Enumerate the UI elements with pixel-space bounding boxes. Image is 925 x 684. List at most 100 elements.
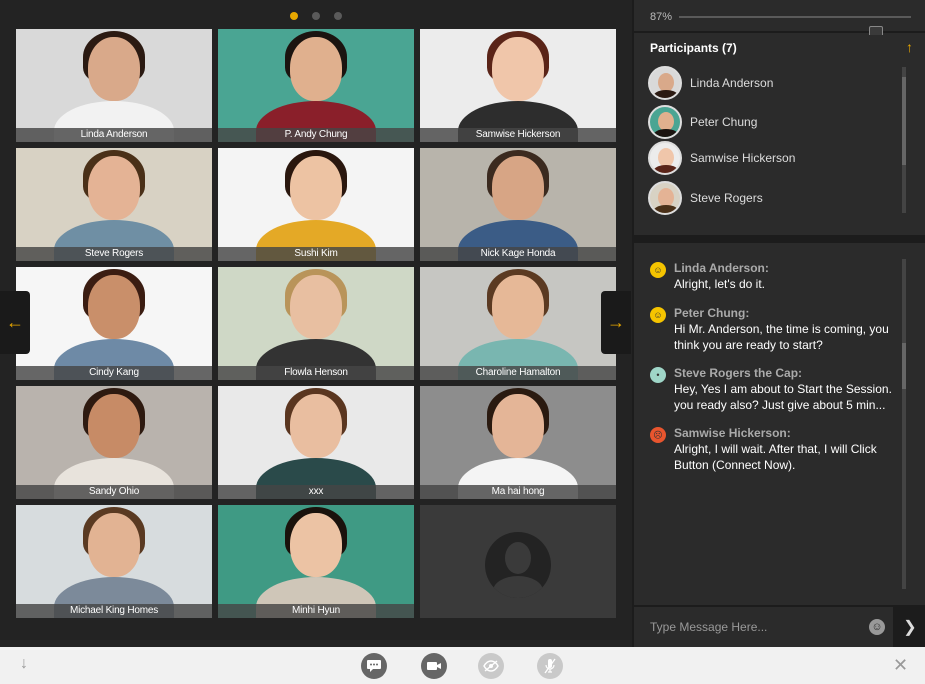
tile-name-label: Ma hai hong xyxy=(420,485,616,499)
participant-item[interactable]: Steve Rogers xyxy=(648,180,908,216)
camera-toggle-button[interactable] xyxy=(421,653,447,679)
participants-scrollbar[interactable] xyxy=(902,67,906,213)
visibility-toggle-button[interactable] xyxy=(478,653,504,679)
arrow-right-icon: → xyxy=(607,312,625,332)
video-tile[interactable]: Charoline Hamalton xyxy=(420,267,616,380)
video-tile[interactable]: Cindy Kang xyxy=(16,267,212,380)
page-dot-1[interactable] xyxy=(290,12,298,20)
collapse-toolbar-button[interactable]: ↓ xyxy=(20,655,28,673)
message-input[interactable] xyxy=(634,607,893,647)
chat-toggle-button[interactable] xyxy=(361,653,387,679)
participant-item[interactable]: Samwise Hickerson xyxy=(648,140,908,176)
video-tile[interactable]: Flowla Henson xyxy=(218,267,414,380)
video-tile[interactable]: Sandy Ohio xyxy=(16,386,212,499)
message-sender: Steve Rogers the Cap: xyxy=(674,366,803,380)
participants-scrollbar-thumb[interactable] xyxy=(902,77,906,165)
send-button[interactable]: ❯ xyxy=(893,607,925,647)
page-dot-2[interactable] xyxy=(312,12,320,20)
video-tile[interactable]: P. Andy Chung xyxy=(218,29,414,142)
mic-off-icon xyxy=(544,658,556,674)
empty-video-tile xyxy=(420,505,616,618)
message-sender: Samwise Hickerson: xyxy=(674,426,791,440)
participant-face xyxy=(290,156,342,220)
participant-face xyxy=(290,394,342,458)
video-tile[interactable]: Linda Anderson xyxy=(16,29,212,142)
arrow-left-icon: ← xyxy=(6,312,24,332)
arrow-up-icon: ↑ xyxy=(906,39,913,55)
message-sender: Peter Chung: xyxy=(674,306,750,320)
tile-name-label: Minhi Hyun xyxy=(218,604,414,618)
participant-face xyxy=(492,275,544,339)
participant-face xyxy=(492,37,544,101)
participant-item[interactable]: Peter Chung xyxy=(648,104,908,140)
zoom-slider[interactable] xyxy=(679,16,911,39)
tile-name-label: Nick Kage Honda xyxy=(420,247,616,261)
chat-message: ☹ Samwise Hickerson: Alright, I will wait.… xyxy=(650,426,900,473)
video-area: Linda Anderson P. Andy Chung Samwise Hicke… xyxy=(0,0,632,647)
close-button[interactable]: ✕ xyxy=(893,655,908,676)
video-conference-app: Linda Anderson P. Andy Chung Samwise Hicke… xyxy=(0,0,925,684)
participant-face xyxy=(88,37,140,101)
video-tile[interactable]: Nick Kage Honda xyxy=(420,148,616,261)
tile-name-label: xxx xyxy=(218,485,414,499)
chat-scrollbar-thumb[interactable] xyxy=(902,343,906,389)
tile-name-label: Cindy Kang xyxy=(16,366,212,380)
tile-name-label: Charoline Hamalton xyxy=(420,366,616,380)
participants-panel: Participants (7) ↑ Linda Anderson Peter C… xyxy=(634,35,925,235)
tile-name-label: Samwise Hickerson xyxy=(420,128,616,142)
prev-page-button[interactable]: ← xyxy=(0,291,30,354)
tile-name-label: Steve Rogers xyxy=(16,247,212,261)
video-camera-icon xyxy=(427,662,441,670)
close-icon: ✕ xyxy=(893,655,909,675)
message-text: Alright, let's do it. xyxy=(674,277,765,291)
tile-name-label: Flowla Henson xyxy=(218,366,414,380)
tile-name-label: Sushi Kim xyxy=(218,247,414,261)
video-tile[interactable]: Minhi Hyun xyxy=(218,505,414,618)
video-tile[interactable]: Samwise Hickerson xyxy=(420,29,616,142)
chat-panel: ☺ Linda Anderson: Alright, let's do it. ☺ Pe… xyxy=(634,243,925,603)
participant-face xyxy=(492,394,544,458)
video-tile[interactable]: Ma hai hong xyxy=(420,386,616,499)
tile-name-label: P. Andy Chung xyxy=(218,128,414,142)
participant-name: Linda Anderson xyxy=(690,76,774,90)
participant-face xyxy=(290,37,342,101)
smiley-icon: ☺ xyxy=(871,621,883,633)
avatar xyxy=(648,141,682,175)
message-sender: Linda Anderson: xyxy=(674,261,769,275)
collapse-participants-button[interactable]: ↑ xyxy=(906,39,913,55)
participant-item[interactable]: Linda Anderson xyxy=(648,65,908,101)
participant-face xyxy=(290,275,342,339)
participant-face xyxy=(290,513,342,577)
video-tile[interactable]: Michael King Homes xyxy=(16,505,212,618)
message-text: Hey, Yes I am about to Start the Session… xyxy=(674,382,892,412)
message-text: Alright, I will wait. After that, I will… xyxy=(674,442,877,472)
participant-face xyxy=(492,156,544,220)
video-tile[interactable]: xxx xyxy=(218,386,414,499)
arrow-down-icon: ↓ xyxy=(20,655,28,672)
video-grid: Linda Anderson P. Andy Chung Samwise Hicke… xyxy=(16,29,616,618)
user-placeholder-icon xyxy=(485,532,551,598)
participant-face xyxy=(88,394,140,458)
panel-divider[interactable] xyxy=(634,235,925,243)
next-page-button[interactable]: → xyxy=(601,291,631,354)
participant-face xyxy=(88,275,140,339)
chevron-right-icon: ❯ xyxy=(903,619,917,636)
participant-name: Steve Rogers xyxy=(690,191,763,205)
chat-message: ☺ Linda Anderson: Alright, let's do it. xyxy=(650,261,900,292)
chat-scrollbar[interactable] xyxy=(902,259,906,589)
mic-toggle-button[interactable] xyxy=(537,653,563,679)
video-tile[interactable]: Steve Rogers xyxy=(16,148,212,261)
message-input-bar: ☺ ❯ xyxy=(634,605,925,647)
tile-name-label: Sandy Ohio xyxy=(16,485,212,499)
video-tile[interactable]: Sushi Kim xyxy=(218,148,414,261)
participants-title: Participants (7) xyxy=(650,41,737,55)
emoji-picker-button[interactable]: ☺ xyxy=(869,619,885,635)
bottom-toolbar: ↓ ✕ xyxy=(0,647,925,684)
page-dot-3[interactable] xyxy=(334,12,342,20)
participant-name: Peter Chung xyxy=(690,115,758,129)
tile-name-label: Michael King Homes xyxy=(16,604,212,618)
avatar xyxy=(648,66,682,100)
avatar xyxy=(648,105,682,139)
chat-message: ☺ Peter Chung: Hi Mr. Anderson, the time i… xyxy=(650,306,900,353)
chat-bubble-icon xyxy=(367,660,381,672)
